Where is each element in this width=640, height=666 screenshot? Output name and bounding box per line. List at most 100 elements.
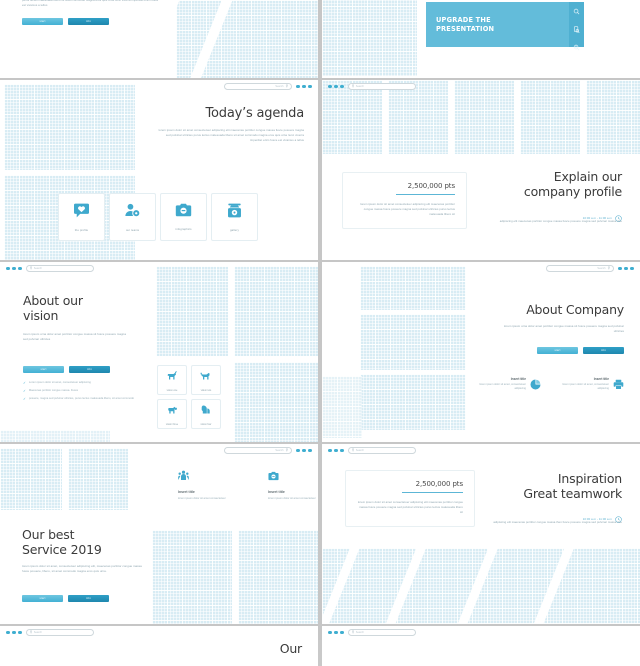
window-dot[interactable] [624, 266, 628, 271]
window-dot[interactable] [340, 84, 344, 89]
agenda-card-row: the profile our teams infographics galle… [58, 193, 258, 241]
info-button[interactable]: info [68, 595, 109, 602]
search-input[interactable]: ⚲ Search [347, 629, 416, 636]
agenda-card-infographics[interactable]: infographics [160, 193, 207, 241]
search-input[interactable]: ⚲ Search [347, 447, 416, 454]
slide-best-service[interactable]: ⚲ Search Insert title lorem ipsum dolor … [0, 444, 318, 624]
page-title: Today’s agenda [205, 106, 304, 121]
slide-about-company[interactable]: ⚲ Search About Company lorem ipsum urna … [322, 262, 640, 442]
agenda-card-gallery[interactable]: gallery [211, 193, 258, 241]
vision-card-label: vision two [200, 389, 212, 392]
image-search-icon[interactable] [573, 38, 580, 56]
feature-insert-title-people[interactable]: Insert title lorem ipsum dolor sit amet … [178, 468, 252, 501]
document-search-icon[interactable] [573, 20, 580, 38]
time-row: 10:00 a.m - 11:00 a.m [502, 510, 622, 528]
window-dot[interactable] [630, 266, 634, 271]
window-dot[interactable] [328, 448, 332, 453]
search-icon: ⚲ [351, 83, 355, 88]
vision-card-four[interactable]: vision four [191, 399, 221, 429]
search-input[interactable]: ⚲ Search [224, 447, 293, 454]
slide-company-profile[interactable]: ⚲ Search 2,500,000 pts lorem ipsum dolor… [322, 80, 640, 260]
search-icon: ⚲ [285, 83, 289, 88]
title-line-1: Inspiration [557, 471, 622, 486]
agenda-card-the-profile[interactable]: the profile [58, 193, 105, 241]
agenda-card-label: gallery [230, 227, 239, 232]
window-chrome: ⚲ Search [0, 444, 318, 457]
window-dot[interactable] [328, 630, 332, 635]
search-icon: ⚲ [29, 265, 33, 270]
title-line-1: Explain our [553, 169, 622, 184]
vision-body-text: lorem ipsum urna dolor amet porttitor co… [23, 332, 126, 342]
camera-icon [268, 468, 318, 486]
window-dot[interactable] [296, 448, 300, 453]
window-dot[interactable] [334, 84, 338, 89]
slide-agenda[interactable]: ⚲ Search Today’s agenda lorem ipsum dolo… [0, 80, 318, 260]
window-dots [328, 630, 344, 635]
window-dot[interactable] [340, 630, 344, 635]
start-button[interactable]: start [23, 366, 64, 373]
window-dot[interactable] [302, 448, 306, 453]
feature-insert-title-printer[interactable]: Insert title lorem ipsum dolor sit amet,… [557, 377, 624, 395]
stat-progress-bar [396, 194, 455, 196]
info-button[interactable]: info [68, 18, 109, 25]
search-placeholder: Search [355, 449, 365, 452]
info-button[interactable]: info [69, 366, 110, 373]
stat-card: 2,500,000 pts lorem ipsum dolor sit amet… [342, 172, 467, 229]
decorative-grid-panel [68, 448, 128, 510]
window-dot[interactable] [18, 266, 22, 271]
search-placeholder: Search [33, 631, 43, 634]
feature-title: Insert title [268, 490, 285, 494]
zoom-search-icon[interactable] [573, 2, 580, 20]
agenda-card-our-teams[interactable]: our teams [109, 193, 156, 241]
window-dot[interactable] [334, 630, 338, 635]
slide-next-left[interactable]: ⚲ Search Our [0, 626, 318, 666]
window-dots [328, 448, 344, 453]
vision-card-label: vision four [200, 423, 212, 426]
feature-insert-title-camera[interactable]: Insert title lorem ipsum dolor sit amet … [268, 468, 318, 501]
window-dot[interactable] [308, 448, 312, 453]
window-dot[interactable] [296, 84, 300, 89]
window-dot[interactable] [618, 266, 622, 271]
user-gear-icon [124, 203, 141, 223]
window-dot[interactable] [334, 448, 338, 453]
window-chrome: ⚲ Search [322, 80, 640, 93]
agenda-card-label: the profile [74, 227, 89, 232]
window-dot[interactable] [302, 84, 306, 89]
search-input[interactable]: ⚲ Search [224, 83, 293, 90]
vision-card-one[interactable]: vision one [157, 365, 187, 395]
search-input[interactable]: ⚲ Search [546, 265, 615, 272]
start-button[interactable]: start [22, 595, 63, 602]
decorative-grid-panel [156, 266, 228, 356]
window-dot[interactable] [6, 630, 10, 635]
window-dots [296, 448, 312, 453]
slide-about-vision[interactable]: ⚲ Search About our vision lorem ipsum ur… [0, 262, 318, 442]
slide-cover-left[interactable]: purus lectus malesuada libero sit amet c… [0, 0, 318, 78]
slide-inspiration[interactable]: ⚲ Search 2,500,000 pts lorem ipsum dolor… [322, 444, 640, 624]
vision-card-three[interactable]: vision three [157, 399, 187, 429]
vision-minicard-grid: vision one vision two vision three visio… [157, 365, 221, 429]
window-dot[interactable] [308, 84, 312, 89]
search-input[interactable]: ⚲ Search [25, 629, 94, 636]
start-button[interactable]: start [537, 347, 578, 354]
window-dot[interactable] [12, 266, 16, 271]
upgrade-banner-title: UPGRADE THE PRESENTATION [426, 16, 494, 34]
feature-insert-title-pie[interactable]: Insert title lorem ipsum dolor sit amet,… [474, 377, 541, 395]
window-dot[interactable] [18, 630, 22, 635]
window-dot[interactable] [340, 448, 344, 453]
search-input[interactable]: ⚲ Search [25, 265, 94, 272]
start-button[interactable]: start [22, 18, 63, 25]
feature-body: lorem ipsum dolor sit amet consectetuer [178, 497, 226, 500]
window-dots [6, 630, 22, 635]
slide-next-right[interactable]: ⚲ Search [322, 626, 640, 666]
window-dot[interactable] [6, 266, 10, 271]
slide-upgrade[interactable]: UPGRADE THE PRESENTATION [322, 0, 640, 78]
search-placeholder: Search [275, 85, 284, 88]
vision-card-two[interactable]: vision two [191, 365, 221, 395]
decorative-grid-panel [322, 0, 417, 76]
window-dot[interactable] [328, 84, 332, 89]
search-input[interactable]: ⚲ Search [347, 83, 416, 90]
page-title: Inspiration Great teamwork [523, 471, 622, 501]
upgrade-banner[interactable]: UPGRADE THE PRESENTATION [426, 2, 584, 51]
window-dot[interactable] [12, 630, 16, 635]
info-button[interactable]: info [583, 347, 624, 354]
